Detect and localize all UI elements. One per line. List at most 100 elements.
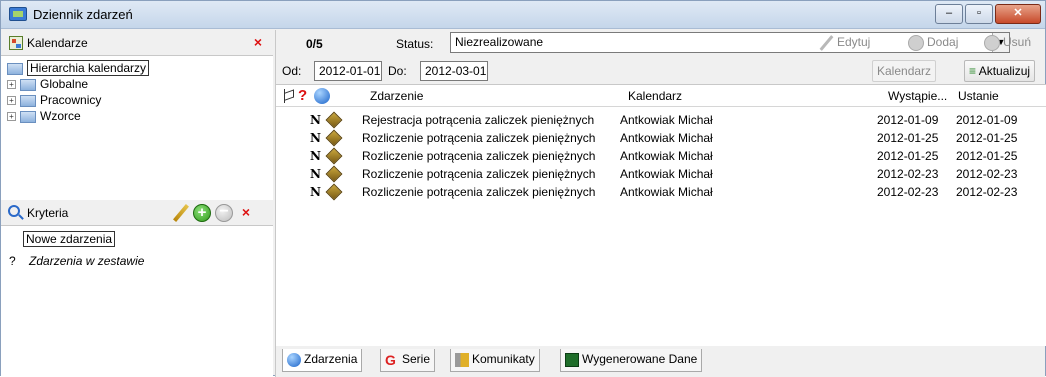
cell-occurrence: 2012-01-09 — [877, 113, 939, 127]
new-marker: N — [310, 185, 321, 199]
refresh-icon: ≡ — [969, 64, 977, 78]
table-row[interactable]: N Rozliczenie potrącenia zaliczek pienięż… — [276, 129, 1046, 147]
date-range-bar: Od: 2012-01-01 Do: 2012-03-01 Kalendarz … — [276, 58, 1046, 84]
status-label: Status: — [396, 37, 434, 51]
tree-item-label: Wzorce — [40, 109, 81, 123]
table-row[interactable]: N Rozliczenie potrącenia zaliczek pienięż… — [276, 147, 1046, 165]
tab-komunikaty[interactable]: Komunikaty — [450, 349, 540, 372]
filter-toolbar: 0/5 Status: Niezrealizowane ▼ Edytuj Dod… — [276, 30, 1046, 58]
tab-wygenerowane-dane[interactable]: Wygenerowane Dane — [560, 349, 703, 372]
cell-occurrence: 2012-02-23 — [877, 167, 939, 181]
calendars-header: Kalendarze × — [1, 30, 273, 56]
cell-setting: 2012-01-25 — [956, 149, 1018, 163]
tree-item-globalne[interactable]: + Globalne — [7, 77, 267, 93]
cell-calendar: Antkowiak Michał — [620, 113, 713, 127]
data-icon — [565, 352, 579, 367]
criteria-header: Kryteria + − × — [1, 200, 273, 226]
criteria-close-button[interactable]: × — [237, 204, 255, 222]
calendars-title: Kalendarze — [27, 36, 88, 50]
col-header-occurrence[interactable]: Wystąpie... — [888, 89, 947, 103]
calendar-button[interactable]: Kalendarz — [872, 60, 937, 82]
cell-occurrence: 2012-01-25 — [877, 149, 939, 163]
event-tag-icon — [325, 111, 343, 129]
delete-button[interactable]: Usuń — [984, 32, 1031, 54]
col-header-calendar[interactable]: Kalendarz — [628, 89, 682, 103]
new-marker: N — [310, 149, 321, 163]
events-table: ? Zdarzenie Kalendarz Wystąpie... Ustani… — [276, 84, 1046, 346]
col-header-setting[interactable]: Ustanie — [958, 89, 999, 103]
from-label: Od: — [282, 64, 302, 78]
criteria-item-prefix: ? — [9, 254, 16, 268]
title-bar: Dziennik zdarzeń – ▫ ✕ — [1, 1, 1045, 29]
flag-icon[interactable] — [282, 88, 294, 103]
maximize-button[interactable]: ▫ — [965, 4, 993, 24]
cell-setting: 2012-01-09 — [956, 113, 1018, 127]
criteria-title: Kryteria — [27, 206, 69, 220]
edit-button[interactable]: Edytuj — [818, 32, 870, 54]
left-pane: Kalendarze × Hierarchia kalendarzy + Glob… — [1, 30, 273, 377]
event-tag-icon — [325, 147, 343, 165]
tab-zdarzenia[interactable]: Zdarzenia — [282, 349, 363, 372]
cell-event: Rozliczenie potrącenia zaliczek pieniężn… — [362, 149, 596, 163]
question-icon[interactable]: ? — [298, 87, 307, 104]
criteria-item-label: Nowe zdarzenia — [23, 231, 116, 247]
expand-icon[interactable]: + — [7, 112, 16, 122]
tree-item-wzorce[interactable]: + Wzorce — [7, 109, 267, 125]
new-marker: N — [310, 131, 321, 145]
calendar-button-label: Kalendarz — [877, 64, 932, 78]
expand-icon[interactable]: + — [7, 96, 16, 106]
pencil-icon — [818, 35, 834, 51]
edit-label: Edytuj — [837, 35, 871, 49]
criteria-item-set[interactable]: ? Zdarzenia w zestawie — [1, 250, 273, 272]
bottom-tabs: Zdarzenia G Serie Komunikaty Wygenerowane… — [276, 348, 1046, 377]
cell-event: Rozliczenie potrącenia zaliczek pieniężn… — [362, 185, 596, 199]
table-row[interactable]: N Rejestracja potrącenia zaliczek pienięż… — [276, 111, 1046, 129]
cell-calendar: Antkowiak Michał — [620, 149, 713, 163]
criteria-list: Nowe zdarzenia ? Zdarzenia w zestawie — [1, 228, 273, 368]
criteria-item-label: Zdarzenia w zestawie — [29, 254, 145, 268]
cell-occurrence: 2012-01-25 — [877, 131, 939, 145]
table-header: ? Zdarzenie Kalendarz Wystąpie... Ustani… — [276, 85, 1046, 107]
expand-icon[interactable]: + — [7, 80, 16, 90]
edit-criteria-pencil-icon[interactable] — [171, 204, 189, 222]
table-row[interactable]: N Rozliczenie potrącenia zaliczek pienięż… — [276, 165, 1046, 183]
tab-label: Zdarzenia — [304, 352, 358, 366]
tree-item-hierarchy[interactable]: Hierarchia kalendarzy — [7, 60, 267, 77]
calendar-hierarchy-icon — [9, 36, 23, 50]
col-header-event[interactable]: Zdarzenie — [370, 89, 423, 103]
globe-icon — [287, 352, 301, 367]
cell-calendar: Antkowiak Michał — [620, 167, 713, 181]
plus-icon — [908, 34, 924, 51]
criteria-item-new[interactable]: Nowe zdarzenia — [1, 228, 273, 250]
add-criteria-plus-icon[interactable]: + — [193, 204, 211, 222]
add-button[interactable]: Dodaj — [908, 32, 958, 54]
refresh-button[interactable]: ≡ Aktualizuj — [964, 60, 1036, 82]
calendar-icon — [20, 94, 36, 107]
event-count: 0/5 — [306, 37, 323, 51]
cell-setting: 2012-01-25 — [956, 131, 1018, 145]
calendars-close-button[interactable]: × — [249, 34, 267, 52]
from-date-field[interactable]: 2012-01-01 — [314, 61, 382, 81]
table-row[interactable]: N Rozliczenie potrącenia zaliczek pienięż… — [276, 183, 1046, 201]
remove-criteria-minus-icon[interactable]: − — [215, 204, 233, 222]
new-marker: N — [310, 167, 321, 181]
tab-serie[interactable]: G Serie — [380, 349, 436, 372]
globe-icon[interactable] — [314, 88, 330, 104]
tab-label: Komunikaty — [472, 352, 535, 366]
cell-calendar: Antkowiak Michał — [620, 185, 713, 199]
to-date-field[interactable]: 2012-03-01 — [420, 61, 488, 81]
event-tag-icon — [325, 129, 343, 147]
tab-label: Serie — [402, 352, 431, 366]
right-pane: 0/5 Status: Niezrealizowane ▼ Edytuj Dod… — [275, 30, 1046, 377]
minimize-button[interactable]: – — [935, 4, 963, 24]
calendar-icon — [20, 110, 36, 123]
refresh-button-label: Aktualizuj — [978, 64, 1031, 78]
tree-item-label: Globalne — [40, 77, 89, 91]
new-marker: N — [310, 113, 321, 127]
close-window-button[interactable]: ✕ — [995, 4, 1041, 24]
cell-event: Rozliczenie potrącenia zaliczek pieniężn… — [362, 131, 596, 145]
tree-item-pracownicy[interactable]: + Pracownicy — [7, 93, 267, 109]
status-value: Niezrealizowane — [455, 35, 544, 49]
add-label: Dodaj — [927, 35, 959, 49]
app-icon — [9, 7, 27, 21]
